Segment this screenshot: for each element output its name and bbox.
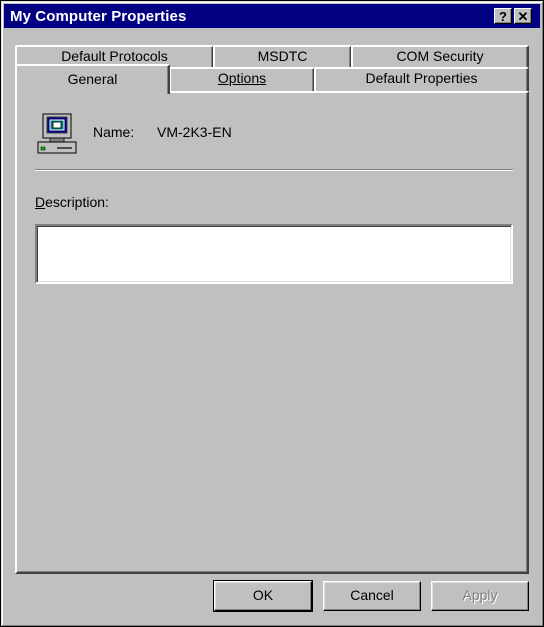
tab-label: Options (217, 70, 267, 86)
separator (35, 169, 513, 171)
tab-msdtc[interactable]: MSDTC (213, 45, 352, 69)
name-label: Name: (93, 124, 135, 140)
close-button[interactable]: ✕ (514, 8, 532, 24)
apply-button[interactable]: Apply (431, 581, 529, 611)
ok-button[interactable]: OK (213, 580, 313, 612)
general-tab-panel: Name: VM-2K3-EN Description: (15, 91, 529, 574)
tab-label: General (67, 71, 118, 87)
computer-name-value: VM-2K3-EN (157, 124, 232, 140)
help-button[interactable]: ? (494, 8, 512, 24)
properties-dialog: My Computer Properties ? ✕ Default Proto… (0, 0, 544, 627)
tab-com-security[interactable]: COM Security (351, 45, 529, 69)
tab-label: COM Security (396, 48, 484, 64)
description-label: Description: (35, 194, 109, 210)
description-label-text: escription: (45, 194, 109, 210)
cancel-button[interactable]: Cancel (323, 581, 421, 611)
tab-label: MSDTC (257, 48, 308, 64)
tab-default-properties[interactable]: Default Properties (314, 67, 529, 93)
description-input[interactable] (35, 224, 513, 284)
tab-options[interactable]: Options (169, 67, 315, 93)
tab-general[interactable]: General (15, 64, 170, 94)
window-title: My Computer Properties (10, 8, 187, 25)
tab-label: Default Properties (365, 70, 478, 86)
close-icon: ✕ (517, 8, 529, 24)
help-icon: ? (499, 8, 507, 24)
title-bar[interactable]: My Computer Properties ? ✕ (4, 4, 540, 28)
tab-label: Default Protocols (61, 48, 168, 64)
computer-icon (37, 113, 77, 154)
